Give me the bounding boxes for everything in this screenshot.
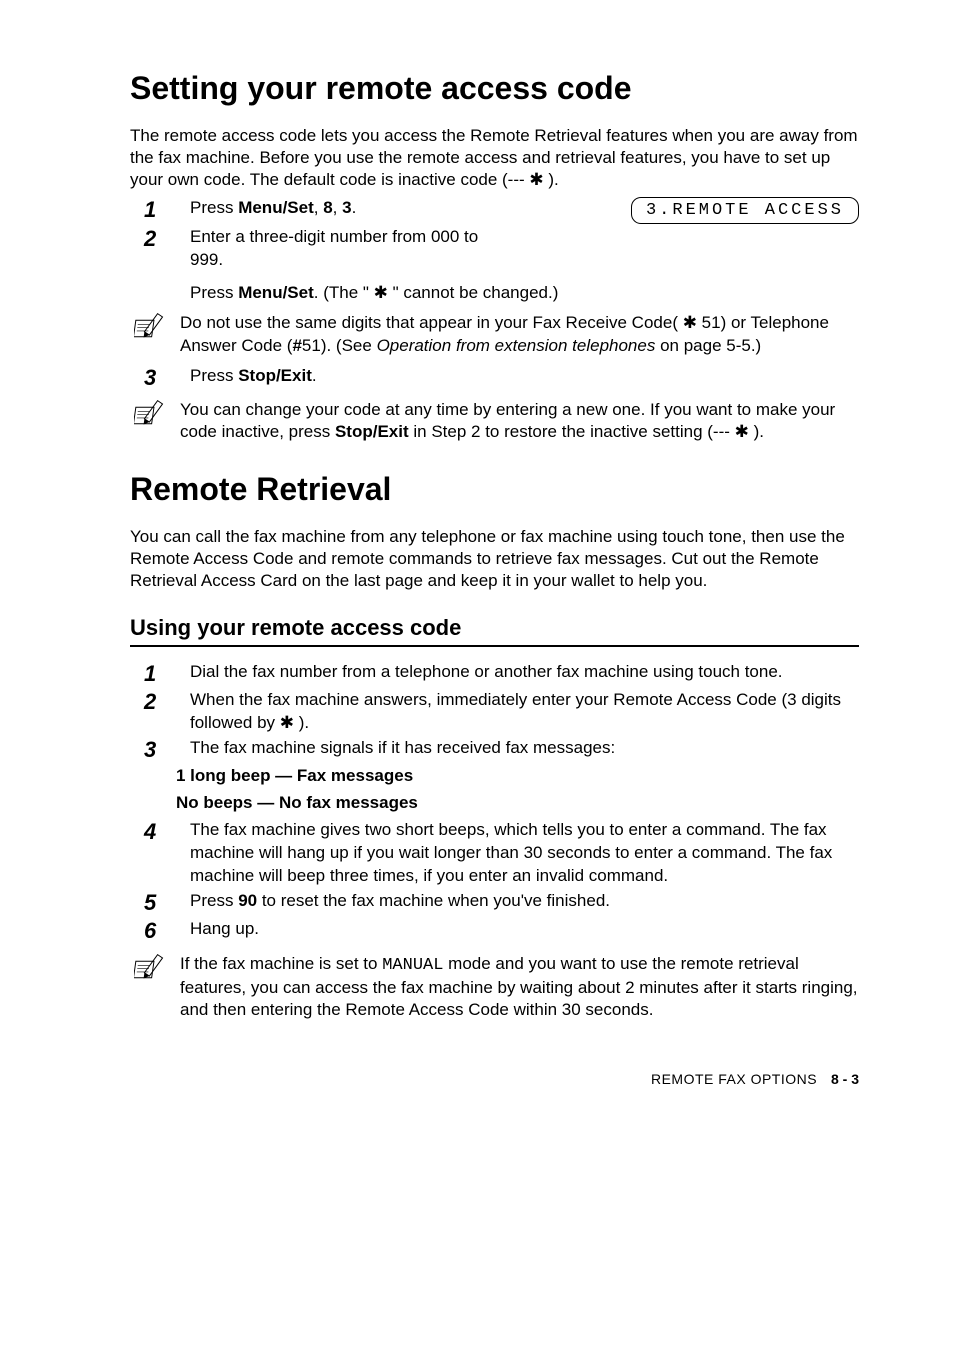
step-number: 3 <box>130 737 190 763</box>
rr-step-4: 4 The fax machine gives two short beeps,… <box>130 819 859 888</box>
step-text: When the fax machine answers, immediatel… <box>190 689 859 735</box>
subheading-using-code: Using your remote access code <box>130 615 859 641</box>
rr-step-5: 5 Press 90 to reset the fax machine when… <box>130 890 859 916</box>
step-text: Press 90 to reset the fax machine when y… <box>190 890 859 913</box>
footer-page-number: 8 - 3 <box>831 1071 859 1087</box>
step-number: 5 <box>130 890 190 916</box>
intro-set-code: The remote access code lets you access t… <box>130 125 859 191</box>
text: in Step 2 to restore the inactive settin… <box>409 422 764 441</box>
step-number: 1 <box>130 197 190 223</box>
key-menu-set: Menu/Set <box>238 198 314 217</box>
rr-step-2: 2 When the fax machine answers, immediat… <box>130 689 859 735</box>
key-stop-exit: Stop/Exit <box>335 422 409 441</box>
step-text: The fax machine gives two short beeps, w… <box>190 819 859 888</box>
step-text: The fax machine signals if it has receiv… <box>190 737 859 760</box>
key-menu-set: Menu/Set <box>238 283 314 302</box>
text: . <box>312 366 317 385</box>
text: If the fax machine is set to <box>180 954 382 973</box>
text: to reset the fax machine when you've fin… <box>257 891 610 910</box>
page-footer: REMOTE FAX OPTIONS 8 - 3 <box>130 1071 859 1087</box>
lcd-display: 3.REMOTE ACCESS <box>631 197 859 224</box>
key-8: 8 <box>323 198 332 217</box>
note-text: If the fax machine is set to MANUAL mode… <box>180 953 859 1021</box>
step-text: Dial the fax number from a telephone or … <box>190 661 859 684</box>
note-icon <box>130 953 180 981</box>
text: 51). (See <box>302 336 377 355</box>
step-text: Enter a three-digit number from 000 to 9… <box>190 226 859 305</box>
text: . (The " ✱ " cannot be changed.) <box>314 283 559 302</box>
step-number: 6 <box>130 918 190 944</box>
note-text: Do not use the same digits that appear i… <box>180 312 859 356</box>
note-icon <box>130 399 180 427</box>
key-90: 90 <box>238 891 257 910</box>
step-text: Press Stop/Exit. <box>190 365 859 388</box>
step-text: Hang up. <box>190 918 859 941</box>
note-same-digits: Do not use the same digits that appear i… <box>130 312 859 356</box>
step-2: 2 Enter a three-digit number from 000 to… <box>130 226 859 305</box>
text: . <box>352 198 357 217</box>
intro-remote-retrieval: You can call the fax machine from any te… <box>130 526 859 592</box>
text: , <box>314 198 323 217</box>
rr-step-6: 6 Hang up. <box>130 918 859 944</box>
xref-link[interactable]: Operation from extension telephones <box>377 336 656 355</box>
text: , <box>333 198 342 217</box>
step-number: 3 <box>130 365 190 391</box>
divider <box>130 645 859 647</box>
step-number: 4 <box>130 819 190 845</box>
step-number: 2 <box>130 226 190 252</box>
text: Enter a three-digit number from 000 to 9… <box>190 226 510 272</box>
hash-key: # <box>292 336 301 355</box>
footer-chapter: REMOTE FAX OPTIONS <box>651 1071 817 1087</box>
step-number: 1 <box>130 661 190 687</box>
rr-step-3: 3 The fax machine signals if it has rece… <box>130 737 859 763</box>
text: Press <box>190 198 238 217</box>
key-stop-exit: Stop/Exit <box>238 366 312 385</box>
text: on page 5-5.) <box>655 336 761 355</box>
rr-step-1: 1 Dial the fax number from a telephone o… <box>130 661 859 687</box>
note-icon <box>130 312 180 340</box>
mode-manual: MANUAL <box>382 956 443 975</box>
step-number: 2 <box>130 689 190 715</box>
section-heading-set-code: Setting your remote access code <box>130 70 859 107</box>
section-heading-remote-retrieval: Remote Retrieval <box>130 471 859 508</box>
step-3: 3 Press Stop/Exit. <box>130 365 859 391</box>
key-3: 3 <box>342 198 351 217</box>
signal-long-beep: 1 long beep — Fax messages <box>176 765 859 788</box>
text: Press <box>190 366 238 385</box>
note-manual-mode: If the fax machine is set to MANUAL mode… <box>130 953 859 1021</box>
text: Press <box>190 891 238 910</box>
text: Press <box>190 283 238 302</box>
note-change-code: You can change your code at any time by … <box>130 399 859 443</box>
signal-no-beep: No beeps — No fax messages <box>176 792 859 815</box>
note-text: You can change your code at any time by … <box>180 399 859 443</box>
